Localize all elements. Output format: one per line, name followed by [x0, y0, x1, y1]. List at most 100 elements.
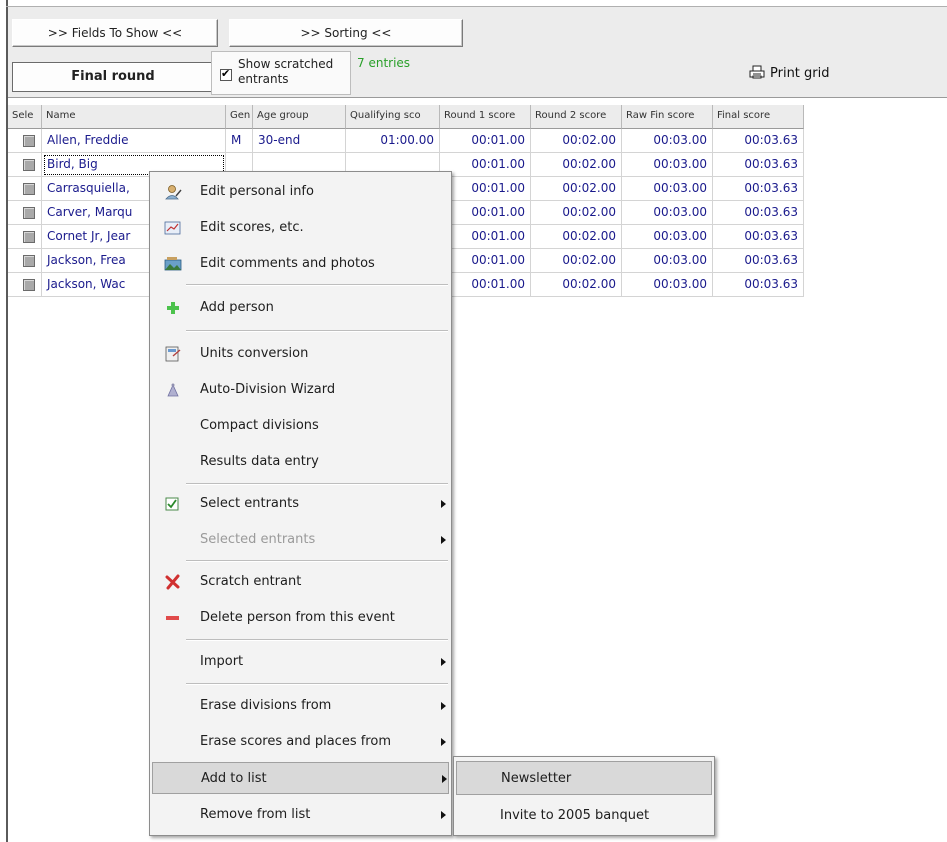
toolbar: >> Fields To Show << >> Sorting << Final…: [8, 7, 947, 98]
column-header-round1-score[interactable]: Round 1 score: [440, 105, 531, 129]
menu-item-label: Auto-Division Wizard: [200, 382, 336, 397]
round2-score-cell[interactable]: 00:02.00: [531, 129, 622, 153]
column-header-round2-score[interactable]: Round 2 score: [531, 105, 622, 129]
round1-score-cell[interactable]: 00:01.00: [440, 153, 531, 177]
final-score-cell[interactable]: 00:03.63: [713, 129, 804, 153]
row-select-cell[interactable]: [8, 153, 42, 177]
round1-score-cell[interactable]: 00:01.00: [440, 177, 531, 201]
menu-item-label: Scratch entrant: [200, 574, 302, 589]
final-round-button[interactable]: Final round: [12, 62, 214, 92]
column-header-name[interactable]: Name: [42, 105, 226, 129]
row-select-checkbox[interactable]: [23, 231, 35, 243]
round1-score-cell[interactable]: 00:01.00: [440, 129, 531, 153]
column-header-final-score[interactable]: Final score: [713, 105, 804, 129]
column-header-qualifying-score[interactable]: Qualifying sco: [346, 105, 440, 129]
photos-icon: [164, 256, 182, 272]
round1-score-cell[interactable]: 00:01.00: [440, 273, 531, 297]
person-edit-icon: [164, 184, 182, 200]
age-group-cell[interactable]: 30-end: [253, 129, 346, 153]
fields-to-show-button[interactable]: >> Fields To Show <<: [12, 19, 218, 47]
menu-item-label: Erase divisions from: [200, 698, 332, 713]
wizard-icon: [164, 382, 182, 398]
qualifying-score-cell[interactable]: 01:00.00: [346, 129, 440, 153]
submenu-arrow-icon: [442, 775, 447, 783]
show-scratched-checkbox[interactable]: [220, 67, 232, 81]
menu-item-auto-division-wizard[interactable]: Auto-Division Wizard: [152, 374, 449, 406]
round2-score-cell[interactable]: 00:02.00: [531, 153, 622, 177]
sorting-button[interactable]: >> Sorting <<: [229, 19, 463, 47]
raw-fin-score-cell[interactable]: 00:03.00: [622, 273, 713, 297]
show-scratched-toggle[interactable]: Show scratched entrants: [211, 51, 351, 95]
menu-item-units-conversion[interactable]: Units conversion: [152, 338, 449, 370]
final-score-cell[interactable]: 00:03.63: [713, 153, 804, 177]
row-select-checkbox[interactable]: [23, 207, 35, 219]
menu-item-add-person[interactable]: Add person: [152, 292, 449, 324]
round1-score-cell[interactable]: 00:01.00: [440, 249, 531, 273]
row-select-checkbox[interactable]: [23, 255, 35, 267]
column-header-raw-fin-score[interactable]: Raw Fin score: [622, 105, 713, 129]
submenu-item-label: Newsletter: [501, 771, 572, 786]
row-select-checkbox[interactable]: [23, 279, 35, 291]
final-score-cell[interactable]: 00:03.63: [713, 249, 804, 273]
menu-separator: [186, 639, 448, 641]
row-select-checkbox[interactable]: [23, 183, 35, 195]
final-score-cell[interactable]: 00:03.63: [713, 177, 804, 201]
menu-item-select-entrants[interactable]: Select entrants: [152, 488, 449, 520]
column-header-age-group[interactable]: Age group: [253, 105, 346, 129]
menu-item-label: Units conversion: [200, 346, 309, 361]
final-score-cell[interactable]: 00:03.63: [713, 201, 804, 225]
raw-fin-score-cell[interactable]: 00:03.00: [622, 201, 713, 225]
menu-item-label: Import: [200, 654, 244, 669]
submenu-arrow-icon: [441, 658, 446, 666]
menu-item-erase-divisions[interactable]: Erase divisions from: [152, 690, 449, 722]
menu-item-edit-comments-photos[interactable]: Edit comments and photos: [152, 248, 449, 280]
column-header-gender[interactable]: Gen: [226, 105, 253, 129]
add-to-list-submenu: Newsletter Invite to 2005 banquet: [453, 756, 715, 836]
menu-item-edit-personal-info[interactable]: Edit personal info: [152, 176, 449, 208]
final-score-cell[interactable]: 00:03.63: [713, 225, 804, 249]
entries-count: 7 entries: [357, 56, 411, 70]
raw-fin-score-cell[interactable]: 00:03.00: [622, 129, 713, 153]
row-select-cell[interactable]: [8, 177, 42, 201]
row-select-cell[interactable]: [8, 249, 42, 273]
raw-fin-score-cell[interactable]: 00:03.00: [622, 225, 713, 249]
column-header-select[interactable]: Sele: [8, 105, 42, 129]
menu-item-erase-scores-places[interactable]: Erase scores and places from: [152, 726, 449, 758]
raw-fin-score-cell[interactable]: 00:03.00: [622, 177, 713, 201]
row-select-cell[interactable]: [8, 129, 42, 153]
round2-score-cell[interactable]: 00:02.00: [531, 249, 622, 273]
submenu-item-invite-banquet[interactable]: Invite to 2005 banquet: [456, 799, 712, 833]
round2-score-cell[interactable]: 00:02.00: [531, 177, 622, 201]
scores-edit-icon: [164, 220, 182, 236]
row-select-cell[interactable]: [8, 273, 42, 297]
submenu-item-newsletter[interactable]: Newsletter: [456, 761, 712, 795]
print-grid-button[interactable]: Print grid: [749, 65, 830, 81]
gender-cell[interactable]: M: [226, 129, 253, 153]
round1-score-cell[interactable]: 00:01.00: [440, 201, 531, 225]
menu-item-scratch-entrant[interactable]: Scratch entrant: [152, 566, 449, 598]
menu-item-add-to-list[interactable]: Add to list: [152, 762, 449, 794]
raw-fin-score-cell[interactable]: 00:03.00: [622, 153, 713, 177]
row-select-cell[interactable]: [8, 225, 42, 249]
round2-score-cell[interactable]: 00:02.00: [531, 273, 622, 297]
row-select-checkbox[interactable]: [23, 159, 35, 171]
menu-item-import[interactable]: Import: [152, 646, 449, 678]
menu-item-label: Compact divisions: [200, 418, 319, 433]
menu-item-compact-divisions[interactable]: Compact divisions: [152, 410, 449, 442]
menu-item-label: Add person: [200, 300, 274, 315]
menu-item-edit-scores[interactable]: Edit scores, etc.: [152, 212, 449, 244]
raw-fin-score-cell[interactable]: 00:03.00: [622, 249, 713, 273]
menu-item-label: Edit scores, etc.: [200, 220, 304, 235]
name-cell[interactable]: Allen, Freddie: [42, 129, 226, 153]
submenu-item-label: Invite to 2005 banquet: [500, 808, 650, 823]
final-score-cell[interactable]: 00:03.63: [713, 273, 804, 297]
round2-score-cell[interactable]: 00:02.00: [531, 201, 622, 225]
row-select-checkbox[interactable]: [23, 135, 35, 147]
menu-item-results-data-entry[interactable]: Results data entry: [152, 446, 449, 478]
menu-item-remove-from-list[interactable]: Remove from list: [152, 799, 449, 831]
menu-item-label: Select entrants: [200, 496, 299, 511]
round1-score-cell[interactable]: 00:01.00: [440, 225, 531, 249]
row-select-cell[interactable]: [8, 201, 42, 225]
round2-score-cell[interactable]: 00:02.00: [531, 225, 622, 249]
menu-item-delete-person[interactable]: Delete person from this event: [152, 602, 449, 634]
